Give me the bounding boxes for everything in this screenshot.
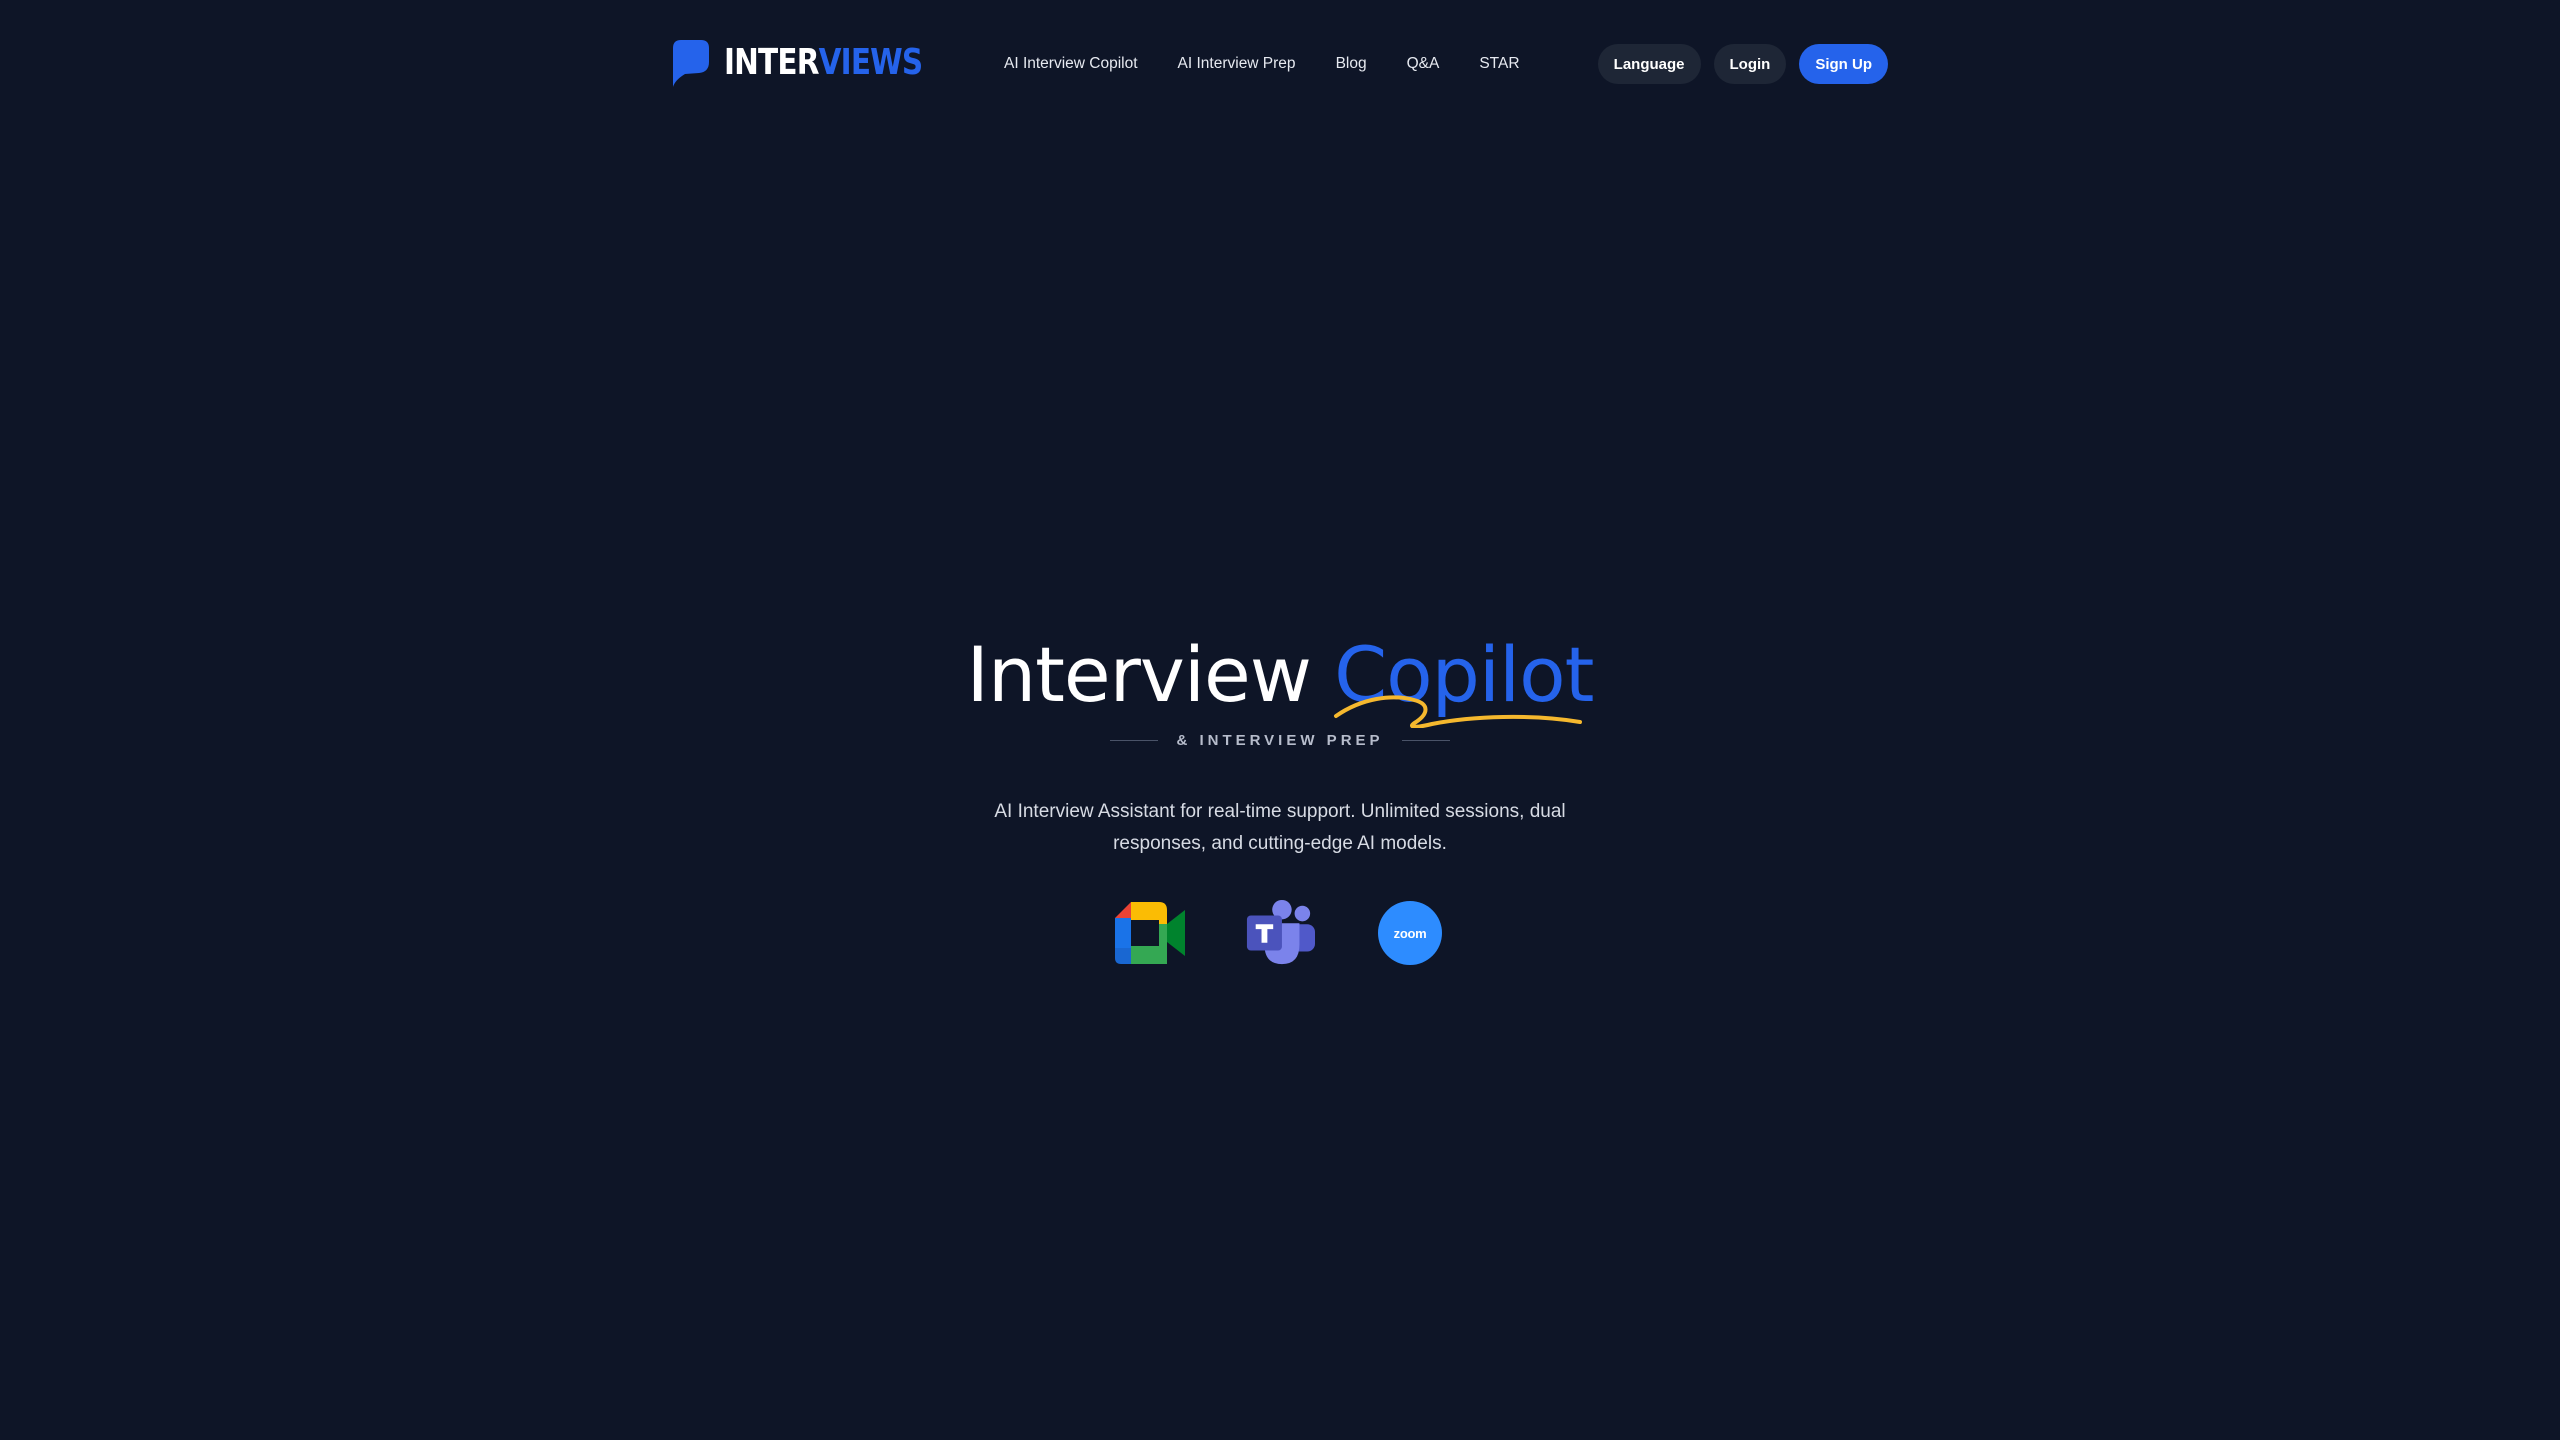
site-header: INTERVIEWS AI Interview Copilot AI Inter…	[0, 0, 2560, 128]
nav-ai-interview-prep[interactable]: AI Interview Prep	[1178, 55, 1296, 73]
nav-blog[interactable]: Blog	[1336, 55, 1367, 73]
subtitle-divider-right	[1401, 740, 1450, 741]
hero-subtitle: & INTERVIEW PREP	[1176, 732, 1384, 749]
platform-list: zoom	[0, 898, 2560, 968]
zoom-icon-label: zoom	[1393, 925, 1427, 941]
brand-name-part-a: INTER	[724, 42, 819, 83]
hero-section: Interview Copilot & INTERVIEW PREP AI In…	[0, 620, 2560, 965]
nav-qa[interactable]: Q&A	[1407, 55, 1440, 73]
platform-microsoft-teams[interactable]	[1245, 898, 1315, 968]
page: INTERVIEWS AI Interview Copilot AI Inter…	[0, 0, 2560, 1440]
brand-logo[interactable]: INTERVIEWS	[671, 37, 966, 89]
zoom-icon: zoom	[1378, 901, 1442, 965]
platform-zoom[interactable]: zoom	[1375, 898, 1445, 968]
login-button[interactable]: Login	[1713, 44, 1787, 84]
google-meet-icon	[1115, 902, 1185, 964]
subtitle-divider-left	[1110, 740, 1159, 741]
hero-title-part-a: Interview	[966, 630, 1312, 719]
main-nav: AI Interview Copilot AI Interview Prep B…	[1004, 45, 1520, 83]
brand-wordmark: INTERVIEWS	[724, 41, 924, 85]
signup-button[interactable]: Sign Up	[1799, 44, 1888, 84]
speech-bubble-icon	[673, 40, 709, 87]
header-actions: Language Login Sign Up	[1585, 44, 1888, 84]
hero-title-part-b: Copilot	[1334, 630, 1594, 719]
brand-name-part-b: VIEWS	[818, 42, 924, 83]
nav-ai-interview-copilot[interactable]: AI Interview Copilot	[1004, 55, 1138, 73]
microsoft-teams-icon	[1246, 899, 1315, 965]
hero-title-highlight: Copilot	[1334, 620, 1594, 730]
hero-subtitle-row: & INTERVIEW PREP	[0, 732, 2560, 749]
hero-title: Interview Copilot	[0, 620, 2560, 730]
language-button[interactable]: Language	[1597, 44, 1701, 84]
platform-google-meet[interactable]	[1115, 898, 1185, 968]
nav-star[interactable]: STAR	[1479, 55, 1519, 73]
hero-description: AI Interview Assistant for real-time sup…	[994, 801, 1566, 854]
